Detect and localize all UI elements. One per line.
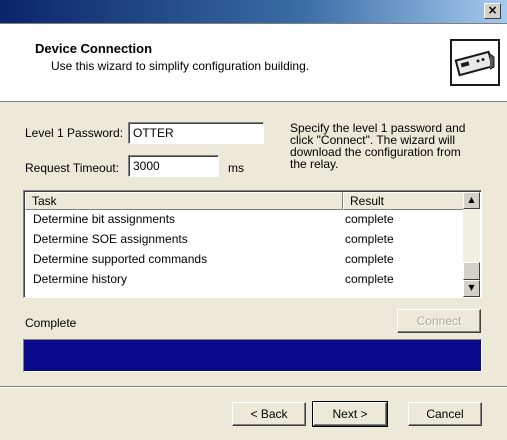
wizard-header: Device Connection Use this wizard to sim… <box>0 24 507 102</box>
task-name: Determine bit assignments <box>33 212 176 226</box>
task-list-scrollbar[interactable]: ▲ ▼ <box>463 192 480 297</box>
progress-fill <box>24 340 481 371</box>
scroll-thumb[interactable] <box>463 262 480 280</box>
task-row[interactable]: Determine bit assignments complete <box>25 210 464 229</box>
scroll-up-icon[interactable]: ▲ <box>463 192 480 209</box>
task-result: complete <box>345 252 394 266</box>
timeout-label: Request Timeout: <box>25 161 120 175</box>
progress-bar <box>23 339 482 372</box>
timeout-input[interactable]: 3000 <box>128 155 219 177</box>
task-list-header: Task Result <box>25 192 464 210</box>
timeout-unit: ms <box>228 161 244 175</box>
next-button[interactable]: Next > <box>312 401 388 427</box>
footer-separator <box>0 386 507 388</box>
title-bar: × <box>0 0 507 24</box>
task-result: complete <box>345 272 394 286</box>
password-input[interactable]: OTTER <box>128 122 264 144</box>
task-list[interactable]: Task Result Determine bit assignments co… <box>23 190 482 298</box>
close-button[interactable]: × <box>484 3 501 19</box>
connect-button[interactable]: Connect <box>397 309 481 333</box>
status-label: Complete <box>25 316 77 330</box>
task-row[interactable]: Determine supported commands complete <box>25 250 464 269</box>
column-header-result[interactable]: Result <box>343 192 464 210</box>
task-result: complete <box>345 232 394 246</box>
task-result: complete <box>345 212 394 226</box>
task-name: Determine history <box>33 272 128 286</box>
header-subtitle: Use this wizard to simplify configuratio… <box>51 59 310 73</box>
relay-device-icon <box>450 39 500 86</box>
task-row[interactable]: Determine SOE assignments complete <box>25 230 464 249</box>
task-row[interactable]: Determine history complete <box>25 270 464 289</box>
password-label: Level 1 Password: <box>25 126 124 140</box>
connection-hint: Specify the level 1 password and click "… <box>290 121 466 171</box>
column-header-task[interactable]: Task <box>25 192 343 210</box>
cancel-button[interactable]: Cancel <box>408 402 482 426</box>
back-button[interactable]: < Back <box>232 402 306 426</box>
scroll-down-icon[interactable]: ▼ <box>463 280 480 297</box>
task-name: Determine SOE assignments <box>33 232 188 246</box>
header-title: Device Connection <box>35 41 153 56</box>
task-name: Determine supported commands <box>33 252 208 266</box>
